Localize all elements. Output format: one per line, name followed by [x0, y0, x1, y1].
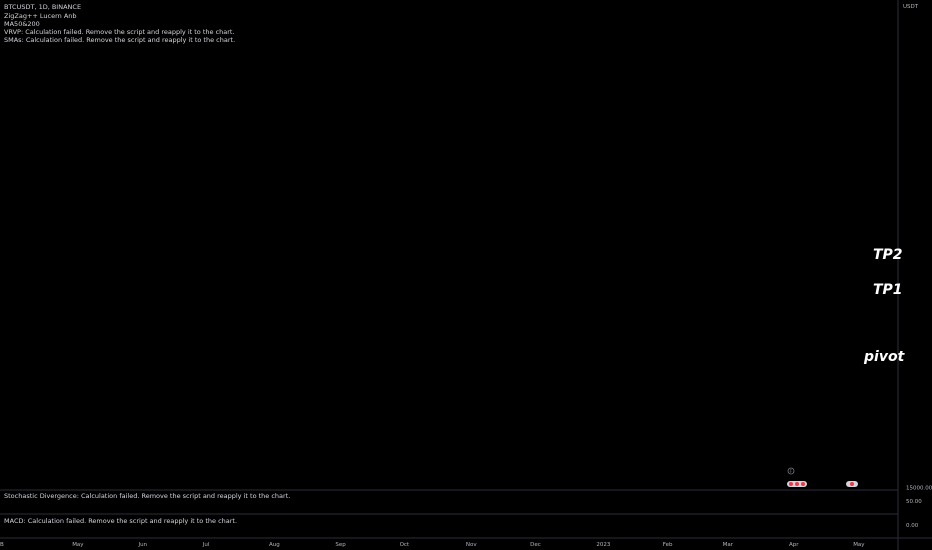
indicator-smas[interactable]: SMAs: Calculation failed. Remove the scr…: [4, 36, 235, 45]
currency-label: USDT: [903, 4, 919, 10]
time-tick-label: 2023: [596, 542, 610, 548]
time-tick-label: Mar: [723, 542, 734, 548]
macd-panel-label[interactable]: MACD: Calculation failed. Remove the scr…: [4, 517, 237, 525]
symbol-title[interactable]: BTCUSDT, 1D, BINANCE: [4, 3, 81, 12]
time-tick-label: Nov: [466, 542, 477, 548]
chart-svg: 48000.0047000.0046000.0045000.0044000.00…: [0, 0, 932, 550]
time-tick-label: May: [853, 542, 865, 548]
time-tick-label: B: [0, 542, 4, 548]
time-tick-label: May: [72, 542, 84, 548]
pivot-label: pivot: [863, 349, 906, 365]
chart-background: [0, 0, 932, 550]
stoch-panel-label[interactable]: Stochastic Divergence: Calculation faile…: [4, 492, 290, 500]
price-tick-label: 15000.00: [906, 486, 932, 492]
macd-axis-tick: 0.00: [906, 523, 919, 529]
time-tick-label: Sep: [335, 542, 346, 548]
time-tick-label: Aug: [269, 542, 280, 548]
time-tick-label: Dec: [530, 542, 541, 548]
time-tick-label: Apr: [789, 542, 799, 548]
tp2-label: TP2: [873, 247, 903, 263]
time-tick-label: Jun: [138, 542, 148, 548]
time-tick-label: Jul: [202, 542, 210, 548]
svg-text:F: F: [790, 469, 793, 475]
time-tick-label: Feb: [663, 542, 673, 548]
tp1-label: TP1: [873, 282, 903, 298]
stoch-axis-tick: 50.00: [906, 499, 922, 505]
time-tick-label: Oct: [400, 542, 410, 548]
